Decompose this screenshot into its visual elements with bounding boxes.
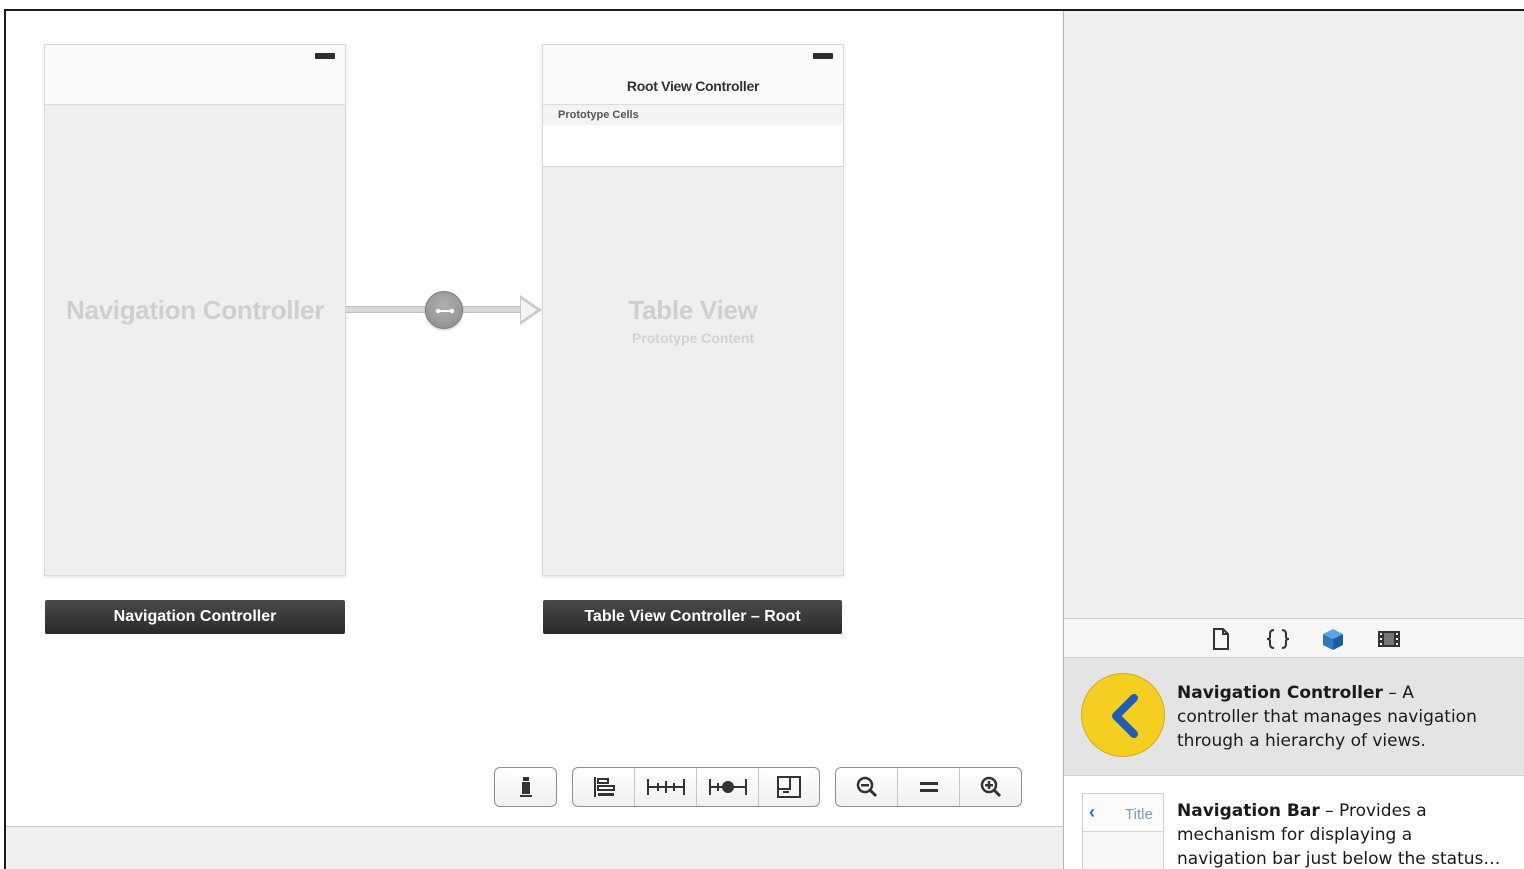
code-snippet-icon[interactable] — [1264, 628, 1292, 650]
table-view-label: Table View — [628, 295, 758, 325]
navigation-bar-icon-title: Title — [1125, 806, 1153, 823]
library-item-description: Navigation Bar – Provides a mechanism fo… — [1177, 801, 1501, 869]
navigation-controller-icon — [1081, 673, 1165, 757]
toolbar-group-metrics — [494, 767, 557, 807]
media-library-icon[interactable] — [1377, 628, 1401, 650]
navigation-bar: Root View Controller — [543, 45, 843, 105]
simulated-metrics-icon[interactable] — [495, 768, 556, 806]
canvas-bottom-bar — [6, 826, 1063, 869]
zoom-in-icon[interactable] — [960, 768, 1021, 806]
resize-icon[interactable] — [759, 768, 819, 806]
pin-icon[interactable] — [635, 768, 697, 806]
scene-dock-navigation-controller[interactable]: Navigation Controller — [45, 600, 345, 634]
object-library-icon[interactable] — [1321, 628, 1345, 650]
prototype-cells-section[interactable]: Prototype Cells — [543, 105, 843, 167]
segue-link-icon[interactable] — [425, 291, 463, 329]
back-chevron-icon: ‹ — [1089, 802, 1095, 822]
navigation-controller-scene[interactable]: Navigation Controller — [44, 44, 346, 576]
status-bar — [45, 45, 345, 105]
toolbar-group-zoom — [835, 767, 1022, 807]
library-item-title: Navigation Bar — [1177, 801, 1320, 821]
library-selector-bar — [1064, 618, 1524, 658]
scene-placeholder-label: Navigation Controller — [65, 295, 325, 325]
navigation-title[interactable]: Root View Controller — [543, 78, 843, 94]
library-item-description: Navigation Controller – A controller tha… — [1177, 683, 1477, 751]
zoom-out-icon[interactable] — [836, 768, 898, 806]
navigation-bar-icon: ‹ Title — [1082, 793, 1164, 869]
table-view-controller-scene[interactable]: Root View Controller Prototype Cells Tab… — [542, 44, 844, 576]
file-template-icon[interactable] — [1209, 628, 1233, 650]
battery-icon — [315, 53, 335, 59]
resolve-issues-icon[interactable] — [697, 768, 759, 806]
inspector-area — [1064, 11, 1524, 618]
table-view-sublabel: Prototype Content — [631, 330, 755, 346]
battery-icon — [813, 53, 833, 59]
library-item-title: Navigation Controller — [1177, 683, 1383, 703]
prototype-cells-header: Prototype Cells — [543, 105, 843, 125]
library-item-navigation-controller[interactable]: Navigation Controller – A controller tha… — [1064, 658, 1524, 776]
zoom-actual-icon[interactable] — [898, 768, 960, 806]
toolbar-group-layout — [572, 767, 820, 807]
scene-dock-table-view-controller[interactable]: Table View Controller – Root — [543, 600, 842, 634]
library-item-navigation-bar[interactable]: ‹ Title Navigation Bar – Provides a mech… — [1064, 777, 1524, 869]
align-icon[interactable] — [573, 768, 635, 806]
